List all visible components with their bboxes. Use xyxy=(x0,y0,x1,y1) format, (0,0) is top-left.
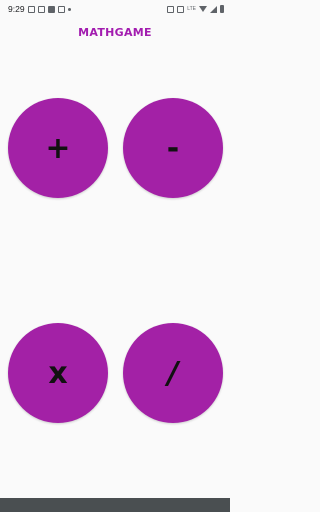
vibrate-icon xyxy=(167,5,175,13)
signal-icon xyxy=(210,5,217,13)
status-bar: 9:29 LTE xyxy=(0,0,230,18)
notification-icon xyxy=(27,5,35,13)
status-right: LTE xyxy=(167,5,224,13)
add-button[interactable]: + xyxy=(8,98,108,198)
wifi-icon xyxy=(199,6,207,12)
multiply-button[interactable]: x xyxy=(8,323,108,423)
status-time: 9:29 xyxy=(8,4,25,14)
status-left: 9:29 xyxy=(8,4,71,14)
app-icon xyxy=(47,5,55,13)
battery-icon xyxy=(220,5,224,13)
app-title: MATHGAME xyxy=(78,26,152,39)
navigation-bar xyxy=(0,498,230,512)
message-icon xyxy=(37,5,45,13)
hotspot-icon xyxy=(177,5,185,13)
dot-icon xyxy=(67,7,71,11)
gmail-icon xyxy=(57,5,65,13)
divide-button[interactable]: / xyxy=(123,323,223,423)
subtract-button[interactable]: - xyxy=(123,98,223,198)
lte-label: LTE xyxy=(187,5,196,12)
